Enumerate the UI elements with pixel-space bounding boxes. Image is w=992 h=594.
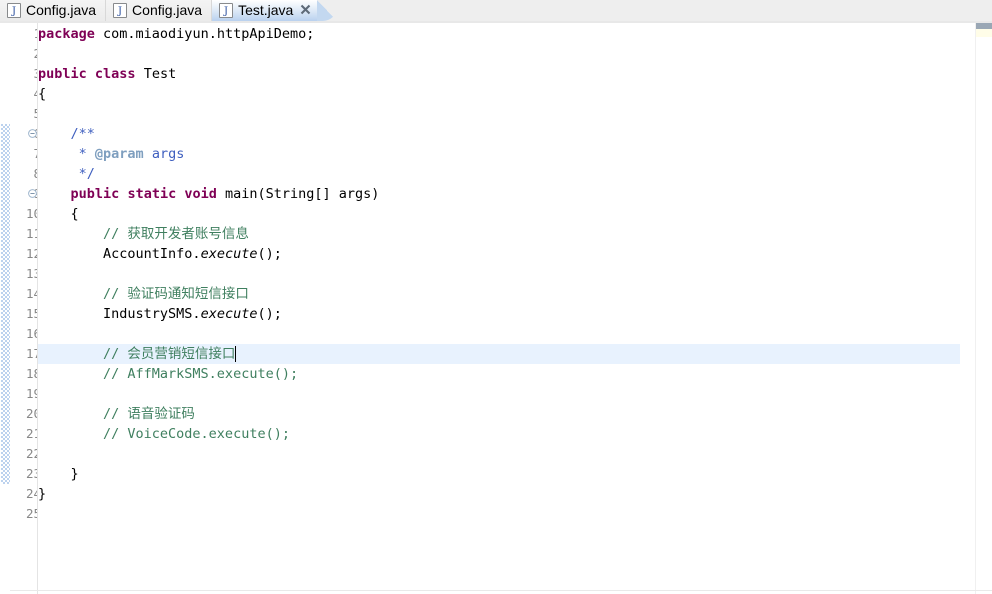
editor-tab-test-java-2[interactable]: J Test.java [212, 0, 338, 21]
editor-bottom-border [10, 590, 992, 591]
code-line: } [38, 484, 46, 504]
editor-tab-bar: J Config.java J Config.java J Test.java [0, 0, 992, 21]
code-token-kw: package [38, 26, 95, 42]
overview-ruler[interactable] [975, 23, 992, 594]
code-line: public class Test [38, 64, 176, 84]
code-token-plain: (); [257, 246, 282, 262]
svg-text:J: J [117, 6, 122, 17]
code-editor[interactable]: 1234567891011121314151617181920212223242… [0, 23, 992, 594]
code-token-plain: Test [135, 66, 177, 82]
code-token-stat: execute [200, 246, 258, 262]
code-line: // 会员营销短信接口 [38, 344, 235, 364]
code-token-kw: public [38, 66, 87, 82]
code-line: // 获取开发者账号信息 [38, 224, 249, 244]
code-token-cmt: // VoiceCode.execute(); [38, 426, 290, 442]
text-caret [235, 346, 237, 362]
editor-tab-label: Config.java [132, 2, 203, 18]
code-token-cmt: // 会员营销短信接口 [38, 346, 236, 362]
code-token-cmt: // 获取开发者账号信息 [38, 226, 249, 242]
code-line: // 语音验证码 [38, 404, 195, 424]
editor-tab-config-java-0[interactable]: J Config.java [0, 0, 107, 21]
code-token-kw: class [94, 66, 136, 82]
code-line: // 验证码通知短信接口 [38, 284, 249, 304]
editor-tab-config-java-1[interactable]: J Config.java [106, 0, 213, 21]
code-line: public static void main(String[] args) [38, 184, 380, 204]
code-line: * @param args [38, 144, 185, 164]
java-file-icon: J [113, 3, 128, 18]
method-range-indicator [1, 124, 10, 484]
code-token-doc: /** [38, 126, 95, 142]
code-line: AccountInfo.execute(); [38, 244, 282, 264]
collapse-minus-icon[interactable] [28, 129, 37, 138]
code-line: { [38, 204, 79, 224]
java-file-icon: J [219, 3, 234, 18]
svg-text:J: J [223, 6, 228, 17]
code-token-plain: IndustrySMS. [38, 306, 201, 322]
code-line: */ [38, 164, 95, 184]
overview-ruler-band [976, 29, 992, 37]
code-line: package com.miaodiyun.httpApiDemo; [38, 24, 314, 44]
code-line: // AffMarkSMS.execute(); [38, 364, 298, 384]
code-line: } [38, 464, 79, 484]
code-token-plain: (); [257, 306, 282, 322]
tab-bar-empty-space [319, 0, 992, 21]
code-token-cmt: // 验证码通知短信接口 [38, 286, 249, 302]
code-token-plain: { [38, 86, 47, 102]
code-token-doc: args [143, 146, 185, 162]
eclipse-workbench: J Config.java J Config.java J Test.java 12345… [0, 0, 992, 594]
code-line: /** [38, 124, 95, 144]
code-token-cmt: // AffMarkSMS.execute(); [38, 366, 299, 382]
collapse-minus-icon[interactable] [28, 189, 37, 198]
code-token-doc: * [38, 146, 95, 162]
code-token-doc: */ [38, 166, 95, 182]
code-token-kw: void [184, 186, 217, 202]
code-token-plain: } [38, 486, 47, 502]
code-token-plain: com.miaodiyun.httpApiDemo; [94, 26, 315, 42]
code-line: IndustrySMS.execute(); [38, 304, 282, 324]
java-file-icon: J [7, 3, 21, 18]
editor-tab-label: Test.java [238, 2, 294, 18]
code-token-plain: } [38, 466, 79, 482]
code-token-stat: execute [200, 306, 258, 322]
code-text-area[interactable]: package com.miaodiyun.httpApiDemo; public… [38, 23, 960, 594]
code-token-plain: main(String[] args) [216, 186, 380, 202]
code-token-kw: static [127, 186, 177, 202]
editor-tab-label: Config.java [26, 2, 97, 18]
code-token-plain: AccountInfo. [38, 246, 201, 262]
code-token-plain: { [38, 206, 79, 222]
code-line: // VoiceCode.execute(); [38, 424, 290, 444]
svg-text:J: J [11, 6, 16, 17]
editor-gutter[interactable]: 1234567891011121314151617181920212223242… [10, 23, 41, 594]
code-token-doctag: @param [94, 146, 144, 162]
annotation-range-column [0, 23, 10, 594]
close-icon[interactable] [300, 4, 312, 16]
code-token-kw: public [70, 186, 120, 202]
code-token-cmt: // 语音验证码 [38, 406, 195, 422]
code-line: { [38, 84, 46, 104]
